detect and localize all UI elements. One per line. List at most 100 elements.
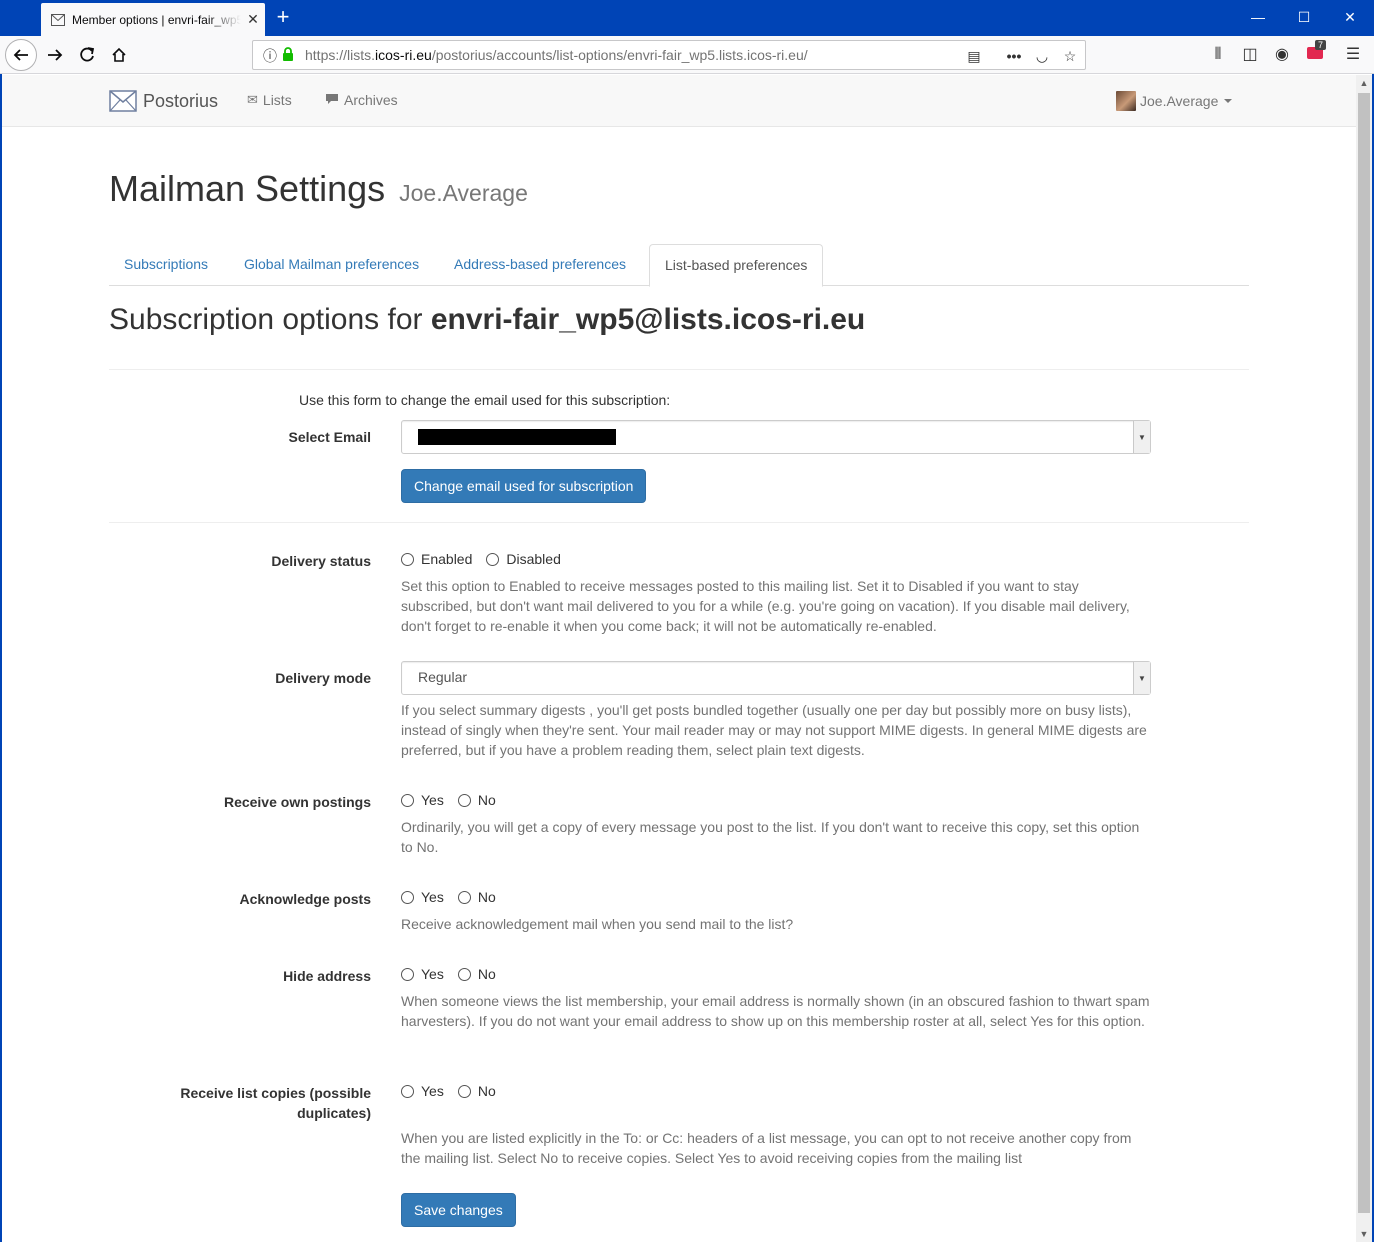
radio-circle-icon[interactable] (457, 793, 471, 807)
scroll-up-icon[interactable]: ▲ (1356, 75, 1372, 91)
close-tab-icon[interactable]: ✕ (241, 11, 265, 28)
list-copies-label: Receive list copies (possible duplicates… (109, 1083, 371, 1123)
scrollbar-thumb[interactable] (1358, 93, 1370, 1213)
tab-global-preferences[interactable]: Global Mailman preferences (229, 244, 434, 286)
list-copies-no-radio[interactable]: No (457, 1083, 496, 1099)
brand-link[interactable]: Postorius (109, 89, 218, 113)
receive-own-radios: Yes No (401, 792, 510, 808)
divider (109, 522, 1249, 523)
browser-tab[interactable]: Member options | envri-fair_wp5 ✕ (41, 3, 265, 36)
page-title: Mailman Settings Joe.Average (109, 168, 528, 210)
caret-down-icon (1224, 99, 1233, 103)
info-icon[interactable]: ⓘ (261, 47, 279, 65)
receive-own-help: Ordinarily, you will get a copy of every… (401, 819, 1140, 855)
url-prefix: https://lists. (305, 47, 376, 63)
url-text[interactable]: https://lists.icos-ri.eu/postorius/accou… (305, 47, 808, 63)
delivery-mode-dropdown[interactable]: Regular ▼ (401, 661, 1151, 695)
radio-label: Yes (421, 966, 444, 982)
avatar (1116, 91, 1136, 111)
delivery-disabled-radio[interactable]: Disabled (486, 551, 561, 567)
radio-label: No (477, 889, 496, 905)
home-icon (112, 47, 126, 62)
tab-title: Member options | envri-fair_wp5 (72, 12, 241, 27)
radio-circle-icon[interactable] (401, 1084, 414, 1098)
home-button[interactable] (104, 40, 134, 70)
pocket-icon[interactable]: ◡ (1033, 47, 1051, 65)
hide-address-radios: Yes No (401, 966, 510, 982)
nav-lists-link[interactable]: ✉ Lists (247, 92, 292, 108)
scroll-down-icon[interactable]: ▼ (1356, 1226, 1372, 1242)
url-domain: icos-ri.eu (375, 47, 432, 63)
hide-address-yes-radio[interactable]: Yes (401, 966, 444, 982)
radio-label: Yes (421, 889, 444, 905)
page-actions-icon[interactable]: ••• (1005, 47, 1023, 65)
tab-list-preferences[interactable]: List-based preferences (649, 244, 824, 287)
minimize-button[interactable]: — (1235, 0, 1281, 34)
account-icon[interactable]: ◉ (1271, 44, 1293, 66)
url-path: /postorius/accounts/list-options/envri-f… (431, 47, 808, 63)
radio-label: No (477, 1083, 496, 1099)
new-tab-button[interactable]: + (271, 4, 295, 32)
back-button[interactable] (5, 39, 37, 71)
radio-circle-icon[interactable] (401, 552, 414, 566)
redacted-email (418, 429, 616, 445)
tab-subscriptions[interactable]: Subscriptions (109, 244, 223, 286)
delivery-status-help: Set this option to Enabled to receive me… (401, 578, 1130, 634)
radio-circle-icon[interactable] (401, 967, 414, 981)
delivery-status-radios: Enabled Disabled (401, 551, 575, 567)
select-email-dropdown[interactable]: ▼ (401, 420, 1151, 454)
reload-button[interactable] (72, 40, 102, 70)
receive-own-no-radio[interactable]: No (457, 792, 496, 808)
delivery-enabled-radio[interactable]: Enabled (401, 551, 472, 567)
close-window-button[interactable]: ✕ (1327, 0, 1373, 34)
nav-archives-label: Archives (344, 92, 398, 108)
user-menu[interactable]: Joe.Average (1116, 91, 1233, 111)
forward-button[interactable] (40, 40, 70, 70)
save-changes-button[interactable]: Save changes (401, 1193, 516, 1227)
sidebar-icon[interactable]: ◫ (1239, 44, 1261, 66)
postorius-logo-icon (109, 90, 137, 112)
hide-address-help: When someone views the list membership, … (401, 993, 1150, 1029)
tab-address-preferences[interactable]: Address-based preferences (439, 244, 641, 286)
delivery-status-label: Delivery status (271, 553, 371, 569)
radio-circle-icon[interactable] (486, 552, 500, 566)
page-title-user: Joe.Average (399, 180, 528, 206)
browser-titlebar: Member options | envri-fair_wp5 ✕ + — ☐ … (0, 0, 1374, 36)
url-bar[interactable]: ⓘ https://lists.icos-ri.eu/postorius/acc… (252, 40, 1086, 70)
list-copies-label-line1: Receive list copies (possible (180, 1085, 371, 1101)
change-email-button[interactable]: Change email used for subscription (401, 469, 647, 503)
select-email-label: Select Email (288, 429, 372, 445)
radio-circle-icon[interactable] (457, 890, 471, 904)
radio-circle-icon[interactable] (401, 890, 414, 904)
lock-icon[interactable] (279, 47, 297, 65)
email-form-intro: Use this form to change the email used f… (299, 392, 671, 408)
menu-icon[interactable]: ☰ (1342, 44, 1364, 66)
receive-own-yes-radio[interactable]: Yes (401, 792, 444, 808)
ack-posts-no-radio[interactable]: No (457, 889, 496, 905)
bookmark-star-icon[interactable]: ☆ (1061, 47, 1079, 65)
maximize-button[interactable]: ☐ (1281, 0, 1327, 34)
radio-circle-icon[interactable] (401, 793, 414, 807)
comment-icon (325, 93, 339, 108)
browser-toolbar: ⓘ https://lists.icos-ri.eu/postorius/acc… (0, 36, 1374, 74)
nav-archives-link[interactable]: Archives (325, 92, 398, 108)
radio-label: Yes (421, 1083, 444, 1099)
subscription-heading: Subscription options for envri-fair_wp5@… (109, 303, 865, 337)
radio-circle-icon[interactable] (457, 967, 471, 981)
hide-address-no-radio[interactable]: No (457, 966, 496, 982)
back-arrow-icon (13, 49, 28, 61)
radio-circle-icon[interactable] (457, 1084, 471, 1098)
notification-badge: 7 (1315, 40, 1327, 50)
page-scrollbar[interactable]: ▲ ▼ (1356, 75, 1372, 1242)
radio-label: No (477, 792, 496, 808)
postorius-navbar: Postorius ✉ Lists Archives Joe.Average (2, 75, 1356, 127)
radio-label: Disabled (506, 551, 561, 567)
reader-view-icon[interactable]: ▤ (965, 47, 983, 65)
page-title-text: Mailman Settings (109, 168, 386, 209)
ack-posts-radios: Yes No (401, 889, 510, 905)
list-copies-yes-radio[interactable]: Yes (401, 1083, 444, 1099)
list-copies-help: When you are listed explicitly in the To… (401, 1130, 1132, 1166)
library-icon[interactable]: ⫴ (1207, 44, 1229, 66)
ack-posts-yes-radio[interactable]: Yes (401, 889, 444, 905)
brand-name: Postorius (143, 90, 219, 111)
